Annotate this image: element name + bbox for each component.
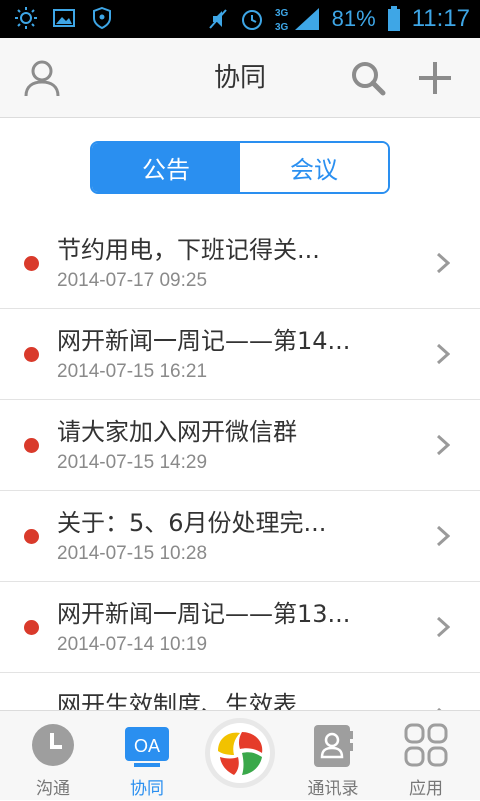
brightness-icon	[14, 6, 38, 30]
tab-label: 协同	[130, 779, 164, 799]
notice-list: 节约用电，下班记得关... 2014-07-17 09:25 网开新闻一周记——…	[0, 218, 480, 764]
unread-dot-icon	[24, 438, 39, 453]
unread-dot-icon	[24, 620, 39, 635]
notice-title: 网开新闻一周记——第13...	[57, 600, 351, 628]
bottom-tab-bar: 沟通 OA 协同 通讯录 应用	[0, 710, 480, 800]
list-item[interactable]: 请大家加入网开微信群 2014-07-15 14:29	[0, 400, 480, 491]
segment-control: 公告 会议	[90, 141, 390, 194]
notice-date: 2014-07-17 09:25	[57, 270, 208, 291]
battery-percent: 81%	[331, 6, 376, 31]
alarm-icon	[240, 7, 264, 31]
tab-apps[interactable]: 应用	[378, 711, 474, 801]
notice-date: 2014-07-14 10:19	[57, 634, 208, 655]
notice-title: 网开新闻一周记——第14...	[57, 327, 351, 355]
notice-title: 节约用电，下班记得关...	[57, 236, 320, 264]
svg-text:OA: OA	[134, 736, 160, 756]
unread-dot-icon	[24, 256, 39, 271]
add-button[interactable]	[413, 56, 457, 100]
svg-text:3G: 3G	[275, 8, 289, 19]
clock-icon	[32, 724, 74, 766]
list-item[interactable]: 网开新闻一周记——第13... 2014-07-14 10:19	[0, 582, 480, 673]
list-item[interactable]: 网开新闻一周记——第14... 2014-07-15 16:21	[0, 309, 480, 400]
mute-icon	[206, 7, 230, 31]
tab-announcements[interactable]: 公告	[92, 143, 240, 192]
tab-contacts[interactable]: 通讯录	[285, 711, 381, 801]
chevron-right-icon	[436, 343, 450, 365]
apps-grid-icon	[404, 723, 448, 767]
tab-collab[interactable]: OA 协同	[99, 711, 195, 801]
chevron-right-icon	[436, 252, 450, 274]
tab-label: 沟通	[36, 779, 70, 799]
chevron-right-icon	[436, 434, 450, 456]
battery-icon	[386, 6, 402, 31]
app-header: 协同	[0, 38, 480, 118]
tab-label: 通讯录	[307, 779, 359, 799]
tab-home[interactable]	[192, 711, 288, 801]
shield-icon	[90, 6, 114, 30]
signal-icon: 3G 3G	[274, 7, 322, 32]
search-icon	[352, 62, 386, 96]
notice-date: 2014-07-15 16:21	[57, 361, 208, 382]
page-title: 协同	[213, 63, 266, 93]
notice-date: 2014-07-15 10:28	[57, 543, 208, 564]
unread-dot-icon	[24, 529, 39, 544]
contacts-icon	[314, 725, 353, 767]
tab-chat[interactable]: 沟通	[5, 711, 101, 801]
image-icon	[52, 6, 76, 30]
clock-time: 11:17	[411, 5, 470, 32]
chevron-right-icon	[436, 525, 450, 547]
app-logo-icon	[205, 718, 275, 788]
search-button[interactable]	[346, 56, 390, 100]
notice-title: 关于：5、6月份处理完...	[57, 509, 327, 537]
notice-date: 2014-07-15 14:29	[57, 452, 208, 473]
unread-dot-icon	[24, 347, 39, 362]
status-bar: 3G 3G 81% 11:17	[0, 0, 480, 38]
oa-icon: OA	[125, 727, 169, 767]
list-item[interactable]: 节约用电，下班记得关... 2014-07-17 09:25	[0, 218, 480, 309]
tab-meetings[interactable]: 会议	[240, 143, 388, 192]
tab-label: 应用	[409, 779, 443, 799]
list-item[interactable]: 关于：5、6月份处理完... 2014-07-15 10:28	[0, 491, 480, 582]
svg-text:3G: 3G	[275, 22, 289, 32]
plus-icon	[419, 62, 451, 94]
chevron-right-icon	[436, 616, 450, 638]
notice-title: 请大家加入网开微信群	[57, 418, 297, 446]
